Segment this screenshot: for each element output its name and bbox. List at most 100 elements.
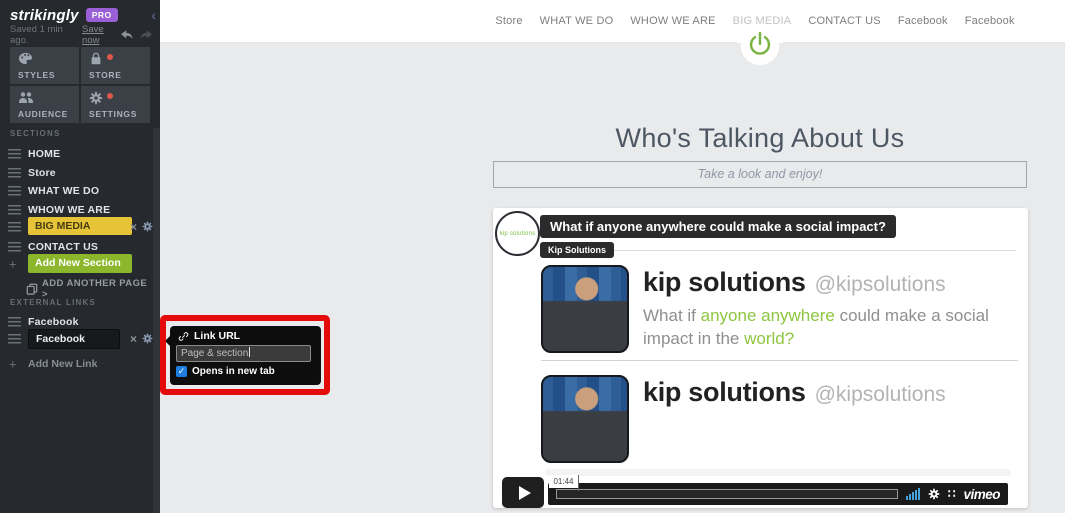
site-nav-item-store[interactable]: Store bbox=[495, 15, 522, 27]
sidebar-external-link-facebook[interactable]: Facebook × bbox=[0, 329, 153, 349]
sidebar-section-home[interactable]: HOME bbox=[0, 144, 153, 163]
collapse-sidebar-icon[interactable]: ‹ bbox=[151, 7, 156, 23]
toolbar-button-label: SETTINGS bbox=[89, 109, 138, 119]
kip-solutions-logo: kip solutions bbox=[495, 211, 540, 256]
volume-icon[interactable] bbox=[905, 488, 920, 500]
toolbar-button-label: AUDIENCE bbox=[18, 109, 68, 119]
undo-icon[interactable] bbox=[121, 29, 134, 41]
toolbar-settings-button[interactable]: SETTINGS bbox=[81, 86, 150, 123]
notification-dot bbox=[107, 54, 113, 60]
sidebar-section-store[interactable]: Store bbox=[0, 163, 153, 182]
video-title-badge: What if anyone anywhere could make a soc… bbox=[540, 215, 896, 238]
section-label: WHAT WE DO bbox=[28, 184, 100, 197]
link-settings-gear-icon[interactable] bbox=[142, 333, 153, 344]
checkbox-checked-icon: ✓ bbox=[176, 366, 187, 377]
site-nav-item-facebook[interactable]: Facebook bbox=[965, 15, 1015, 27]
section-settings-gear-icon[interactable] bbox=[142, 221, 153, 232]
add-another-page-label: ADD ANOTHER PAGE > bbox=[42, 277, 148, 300]
tweet-author-handle: @kipsolutions bbox=[814, 273, 946, 296]
save-status-row: Saved 1 min ago. Save now bbox=[10, 24, 152, 46]
delete-link-icon[interactable]: × bbox=[130, 333, 137, 345]
sidebar-scrollbar[interactable] bbox=[153, 128, 160, 513]
link-label-selected: Facebook bbox=[28, 329, 120, 349]
plus-icon: + bbox=[9, 256, 17, 271]
section-label-highlighted: BIG MEDIA bbox=[28, 217, 132, 235]
link-url-input[interactable]: Page & section bbox=[176, 345, 311, 362]
section-label: CONTACT US bbox=[28, 240, 99, 253]
toolbar-button-label: STORE bbox=[89, 70, 122, 80]
add-new-link-button[interactable]: + Add New Link bbox=[0, 354, 153, 373]
link-icon bbox=[178, 331, 189, 342]
toolbar-audience-button[interactable]: AUDIENCE bbox=[10, 86, 79, 123]
player-control-bar: ∷ vimeo bbox=[548, 483, 1008, 505]
site-nav-item-facebook[interactable]: Facebook bbox=[898, 15, 948, 27]
redo-icon[interactable] bbox=[139, 29, 152, 41]
sections-header: SECTIONS bbox=[10, 129, 61, 138]
opens-in-new-tab-checkbox[interactable]: ✓ Opens in new tab bbox=[176, 366, 275, 377]
site-preview: Store WHAT WE DO WHOW WE ARE BIG MEDIA CONTA… bbox=[160, 0, 1065, 513]
time-tooltip: 01:44 bbox=[549, 475, 579, 491]
drag-handle-icon[interactable] bbox=[8, 221, 21, 232]
fullscreen-icon[interactable]: ∷ bbox=[948, 488, 956, 500]
toolbar-store-button[interactable]: STORE bbox=[81, 47, 150, 84]
power-icon bbox=[747, 31, 773, 59]
popup-arrow bbox=[165, 336, 170, 346]
toolbar-styles-button[interactable]: STYLES bbox=[10, 47, 79, 84]
strikingly-editor: strikingly PRO ‹ Saved 1 min ago. Save n… bbox=[0, 0, 1065, 513]
drag-handle-icon[interactable] bbox=[8, 167, 21, 178]
section-label: HOME bbox=[28, 147, 61, 160]
drag-handle-icon[interactable] bbox=[8, 241, 21, 252]
logo-row: strikingly PRO ‹ bbox=[10, 5, 156, 25]
drag-handle-icon[interactable] bbox=[8, 316, 21, 327]
site-nav-item-whow-we-are[interactable]: WHOW WE ARE bbox=[630, 15, 715, 27]
tweet-author-name: kip solutions bbox=[643, 267, 806, 297]
strikingly-logo: strikingly bbox=[10, 6, 79, 24]
site-nav-bar: Store WHAT WE DO WHOW WE ARE BIG MEDIA CONTA… bbox=[160, 0, 1065, 43]
pro-badge: PRO bbox=[85, 8, 118, 22]
save-now-link[interactable]: Save now bbox=[82, 24, 121, 46]
video-thumbnail bbox=[541, 265, 629, 353]
add-new-section-button[interactable]: + Add New Section bbox=[0, 254, 153, 273]
drag-handle-icon[interactable] bbox=[8, 204, 21, 215]
store-bag-icon bbox=[89, 52, 103, 71]
add-another-page-button[interactable]: ADD ANOTHER PAGE > bbox=[0, 277, 153, 300]
popup-title: Link URL bbox=[194, 330, 241, 342]
play-button[interactable] bbox=[502, 477, 544, 508]
tweet-author-name: kip solutions bbox=[643, 377, 806, 407]
sidebar-section-what-we-do[interactable]: WHAT WE DO bbox=[0, 181, 153, 200]
plus-icon: + bbox=[9, 356, 17, 371]
vimeo-embed[interactable]: kip solutions What if anyone anywhere co… bbox=[493, 208, 1028, 508]
video-thumbnail bbox=[541, 375, 629, 463]
sidebar-toolbar: STYLES STORE AUDIENCE SETTINGS bbox=[10, 47, 150, 123]
tweet-body: What if anyone anywhere could make a soc… bbox=[643, 306, 989, 348]
link-url-popup: Link URL Page & section ✓ Opens in new t… bbox=[165, 326, 321, 385]
site-nav-item-contact-us[interactable]: CONTACT US bbox=[808, 15, 881, 27]
section-subtitle-box[interactable]: Take a look and enjoy! bbox=[493, 161, 1027, 188]
section-label: Store bbox=[28, 166, 56, 179]
sidebar-section-big-media[interactable]: BIG MEDIA × bbox=[0, 217, 153, 236]
toolbar-button-label: STYLES bbox=[18, 70, 56, 80]
section-label: WHOW WE ARE bbox=[28, 203, 111, 216]
site-nav-item-what-we-do[interactable]: WHAT WE DO bbox=[540, 15, 614, 27]
link-label: Facebook bbox=[28, 315, 79, 328]
external-links-header: EXTERNAL LINKS bbox=[10, 298, 96, 307]
drag-handle-icon[interactable] bbox=[8, 185, 21, 196]
section-subtitle-text: Take a look and enjoy! bbox=[697, 167, 823, 181]
progress-bar[interactable] bbox=[556, 489, 898, 499]
add-new-section-label: Add New Section bbox=[28, 254, 132, 273]
drag-handle-icon[interactable] bbox=[8, 333, 21, 344]
settings-gear-icon bbox=[89, 91, 103, 110]
audience-people-icon bbox=[18, 91, 34, 109]
vimeo-logo[interactable]: vimeo bbox=[963, 487, 1000, 502]
player-settings-gear-icon[interactable] bbox=[928, 488, 940, 500]
editor-sidebar: strikingly PRO ‹ Saved 1 min ago. Save n… bbox=[0, 0, 160, 513]
video-channel-badge: Kip Solutions bbox=[540, 242, 614, 258]
section-heading[interactable]: Who's Talking About Us bbox=[616, 123, 905, 154]
saved-status-text: Saved 1 min ago. bbox=[10, 24, 63, 46]
add-new-link-label: Add New Link bbox=[28, 357, 98, 370]
play-icon bbox=[518, 485, 531, 500]
drag-handle-icon[interactable] bbox=[8, 148, 21, 159]
styles-palette-icon bbox=[18, 52, 33, 70]
delete-section-icon[interactable]: × bbox=[130, 221, 137, 233]
pages-icon bbox=[26, 283, 38, 295]
